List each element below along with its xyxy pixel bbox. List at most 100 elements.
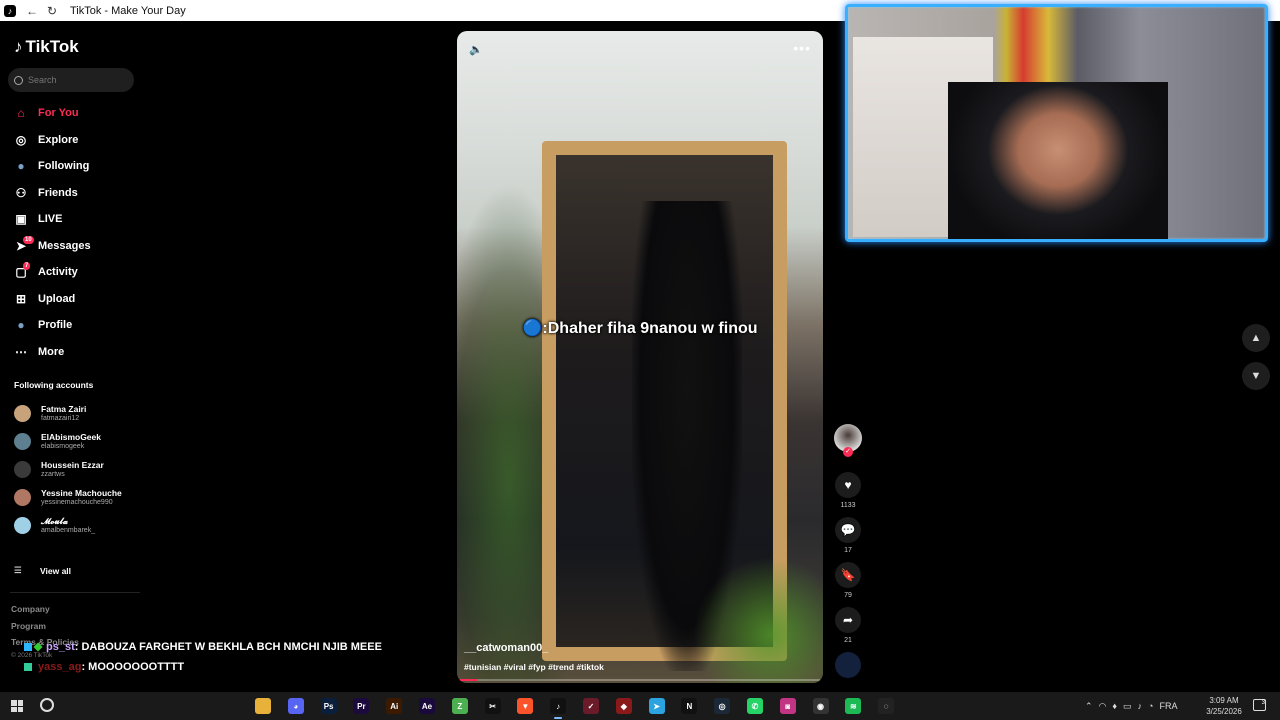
- account-handle: fatmazairi12: [41, 414, 80, 422]
- compass-icon: ◎: [15, 132, 27, 147]
- view-all-link[interactable]: ☰ View all: [14, 565, 71, 576]
- sidebar-item-messages[interactable]: ➤ 10 Messages: [14, 233, 91, 260]
- sidebar-item-label: For You: [38, 107, 79, 120]
- following-account[interactable]: Fatma Zairi fatmazairi12: [14, 399, 122, 427]
- window-title: TikTok - Make Your Day: [70, 4, 186, 17]
- arrow-left-icon[interactable]: ←: [22, 4, 42, 18]
- comment-count: 17: [844, 547, 852, 554]
- whatsapp-icon[interactable]: ✆: [746, 698, 763, 714]
- avatar: [14, 432, 31, 450]
- video-caption: 🔵:Dhaher fiha 9nanou w finou: [522, 320, 758, 337]
- photoshop-icon[interactable]: Ps: [320, 698, 337, 714]
- following-account[interactable]: 𝓜𝓸𝓾𝓵𝓪 amalbenmbarek_: [14, 511, 122, 539]
- network-icon[interactable]: ◠: [1099, 701, 1107, 712]
- chevron-up-icon[interactable]: ⌃: [1085, 701, 1093, 712]
- language-indicator[interactable]: FRA: [1159, 701, 1177, 711]
- netflix-icon[interactable]: N: [681, 698, 698, 714]
- account-name: Houssein Ezzar: [41, 459, 104, 470]
- sidebar-item-friends[interactable]: ⚇ Friends: [14, 180, 91, 207]
- app-red-icon[interactable]: ◆: [615, 698, 632, 714]
- account-handle: amalbenmbarek_: [41, 526, 96, 534]
- creator-avatar[interactable]: ✓: [834, 424, 862, 457]
- share-count: 21: [844, 637, 852, 644]
- sidebar-item-explore[interactable]: ◎ Explore: [14, 127, 91, 154]
- sidebar-item-for-you[interactable]: ⌂ For You: [14, 100, 91, 127]
- search-icon: [14, 75, 23, 85]
- chevron-up-icon[interactable]: ▲: [1242, 324, 1270, 352]
- file-explorer-icon[interactable]: [255, 698, 271, 714]
- following-account[interactable]: Houssein Ezzar zzartws: [14, 455, 122, 483]
- discord-icon[interactable]: ◕: [287, 698, 304, 714]
- notification-icon[interactable]: 3: [1253, 699, 1266, 711]
- spotify-icon[interactable]: ≋: [845, 698, 862, 714]
- sidebar-item-activity[interactable]: ▢ 7 Activity: [14, 259, 91, 286]
- chat-badge-icon: [24, 663, 32, 671]
- search-box[interactable]: [8, 68, 134, 92]
- microphone-icon[interactable]: ♦: [1112, 701, 1117, 711]
- account-handle: yessinemachouche990: [41, 498, 113, 506]
- premiere-icon[interactable]: Pr: [353, 698, 370, 714]
- chat-badge-icon: [24, 643, 32, 651]
- follow-plus-icon[interactable]: ✓: [843, 447, 853, 457]
- search-icon[interactable]: [40, 698, 54, 712]
- volume-icon[interactable]: ♪: [1138, 701, 1143, 711]
- obs-icon[interactable]: ◌: [878, 698, 895, 714]
- footer-link-program[interactable]: Program: [11, 621, 79, 638]
- telegram-icon[interactable]: ➤: [648, 698, 665, 714]
- comment-icon[interactable]: 💬: [835, 517, 861, 543]
- wifi-icon[interactable]: ◔: [1148, 701, 1153, 711]
- following-avatar-icon: ●: [17, 159, 25, 174]
- steam-icon[interactable]: ◎: [714, 698, 731, 714]
- sidebar-item-profile[interactable]: ● Profile: [14, 312, 91, 339]
- footer-link-company[interactable]: Company: [11, 604, 79, 621]
- more-dots-icon[interactable]: •••: [793, 40, 811, 56]
- following-account[interactable]: ElAbismoGeek elabismogeek: [14, 427, 122, 455]
- account-name: 𝓜𝓸𝓾𝓵𝓪: [41, 515, 68, 526]
- account-handle: elabismogeek: [41, 442, 85, 450]
- chat-badge-icon: [33, 642, 43, 652]
- windows-taskbar: ◕ Ps Pr Ai Ae Z ✂ ▼ ♪ ✓ ◆ ➤ N ◎ ✆ ◙ ◉ ≋ ◌ ⌃ ◠ ♦ ▭ ♪ ◔ FRA …: [0, 692, 1280, 720]
- windows-start-icon[interactable]: [11, 700, 23, 712]
- chevron-down-icon[interactable]: ▼: [1242, 362, 1270, 390]
- music-disc-icon[interactable]: [835, 652, 861, 678]
- search-input[interactable]: [28, 75, 128, 85]
- account-handle: zzartws: [41, 470, 65, 478]
- avatar: [14, 404, 31, 422]
- video-hashtags[interactable]: #tunisian #viral #fyp #trend #tiktok: [464, 662, 604, 672]
- profile-avatar-icon: ●: [17, 318, 25, 333]
- tiktok-icon[interactable]: ♪: [550, 698, 567, 719]
- friends-icon: ⚇: [15, 185, 27, 200]
- sidebar-item-upload[interactable]: ⊞ Upload: [14, 286, 91, 313]
- volume-icon[interactable]: 🔈: [469, 43, 483, 56]
- avatar: [14, 516, 31, 534]
- instagram-icon[interactable]: ◙: [779, 698, 796, 714]
- app-check-icon[interactable]: ✓: [582, 698, 599, 714]
- sidebar-item-following[interactable]: ● Following: [14, 153, 91, 180]
- comment-action: 💬 17: [833, 517, 863, 556]
- video-scene-plant: [687, 551, 823, 683]
- refresh-icon[interactable]: ↻: [42, 4, 62, 18]
- sidebar-item-more[interactable]: ⋯ More: [14, 339, 91, 366]
- sidebar-item-label: More: [38, 345, 65, 358]
- video-username[interactable]: __catwoman00_: [464, 642, 548, 654]
- app-circle-icon[interactable]: ◉: [812, 698, 829, 714]
- tiktok-logo-icon: ♪: [14, 37, 23, 56]
- illustrator-icon[interactable]: Ai: [386, 698, 403, 714]
- after-effects-icon[interactable]: Ae: [418, 698, 435, 714]
- video-progress-bar[interactable]: [460, 679, 820, 681]
- display-icon[interactable]: ▭: [1123, 701, 1132, 712]
- capcut-icon[interactable]: ✂: [484, 698, 501, 714]
- share-icon[interactable]: ➦: [835, 607, 861, 633]
- bookmark-icon[interactable]: 🔖: [835, 562, 861, 588]
- heart-icon[interactable]: ♥: [835, 472, 861, 498]
- following-account[interactable]: Yessine Machouche yessinemachouche990: [14, 483, 122, 511]
- brave-icon[interactable]: ▼: [517, 698, 534, 714]
- clock[interactable]: 3:09 AM 3/25/2026: [1200, 695, 1248, 717]
- sidebar-item-live[interactable]: ▣ LIVE: [14, 206, 91, 233]
- taskbar-apps: ◕ Ps Pr Ai Ae Z ✂ ▼ ♪ ✓ ◆ ➤ N ◎ ✆ ◙ ◉ ≋ ◌: [255, 698, 895, 719]
- app-green-icon[interactable]: Z: [451, 698, 468, 714]
- video-player[interactable]: 🔈 ••• 🔵:Dhaher fiha 9nanou w finou __cat…: [457, 31, 823, 683]
- sidebar: ♪ TikTok ⌂ For You ◎ Explore ● Following ⚇ Frie…: [0, 21, 145, 686]
- clock-time: 3:09 AM: [1209, 696, 1239, 705]
- tiktok-logo[interactable]: ♪ TikTok: [14, 37, 79, 57]
